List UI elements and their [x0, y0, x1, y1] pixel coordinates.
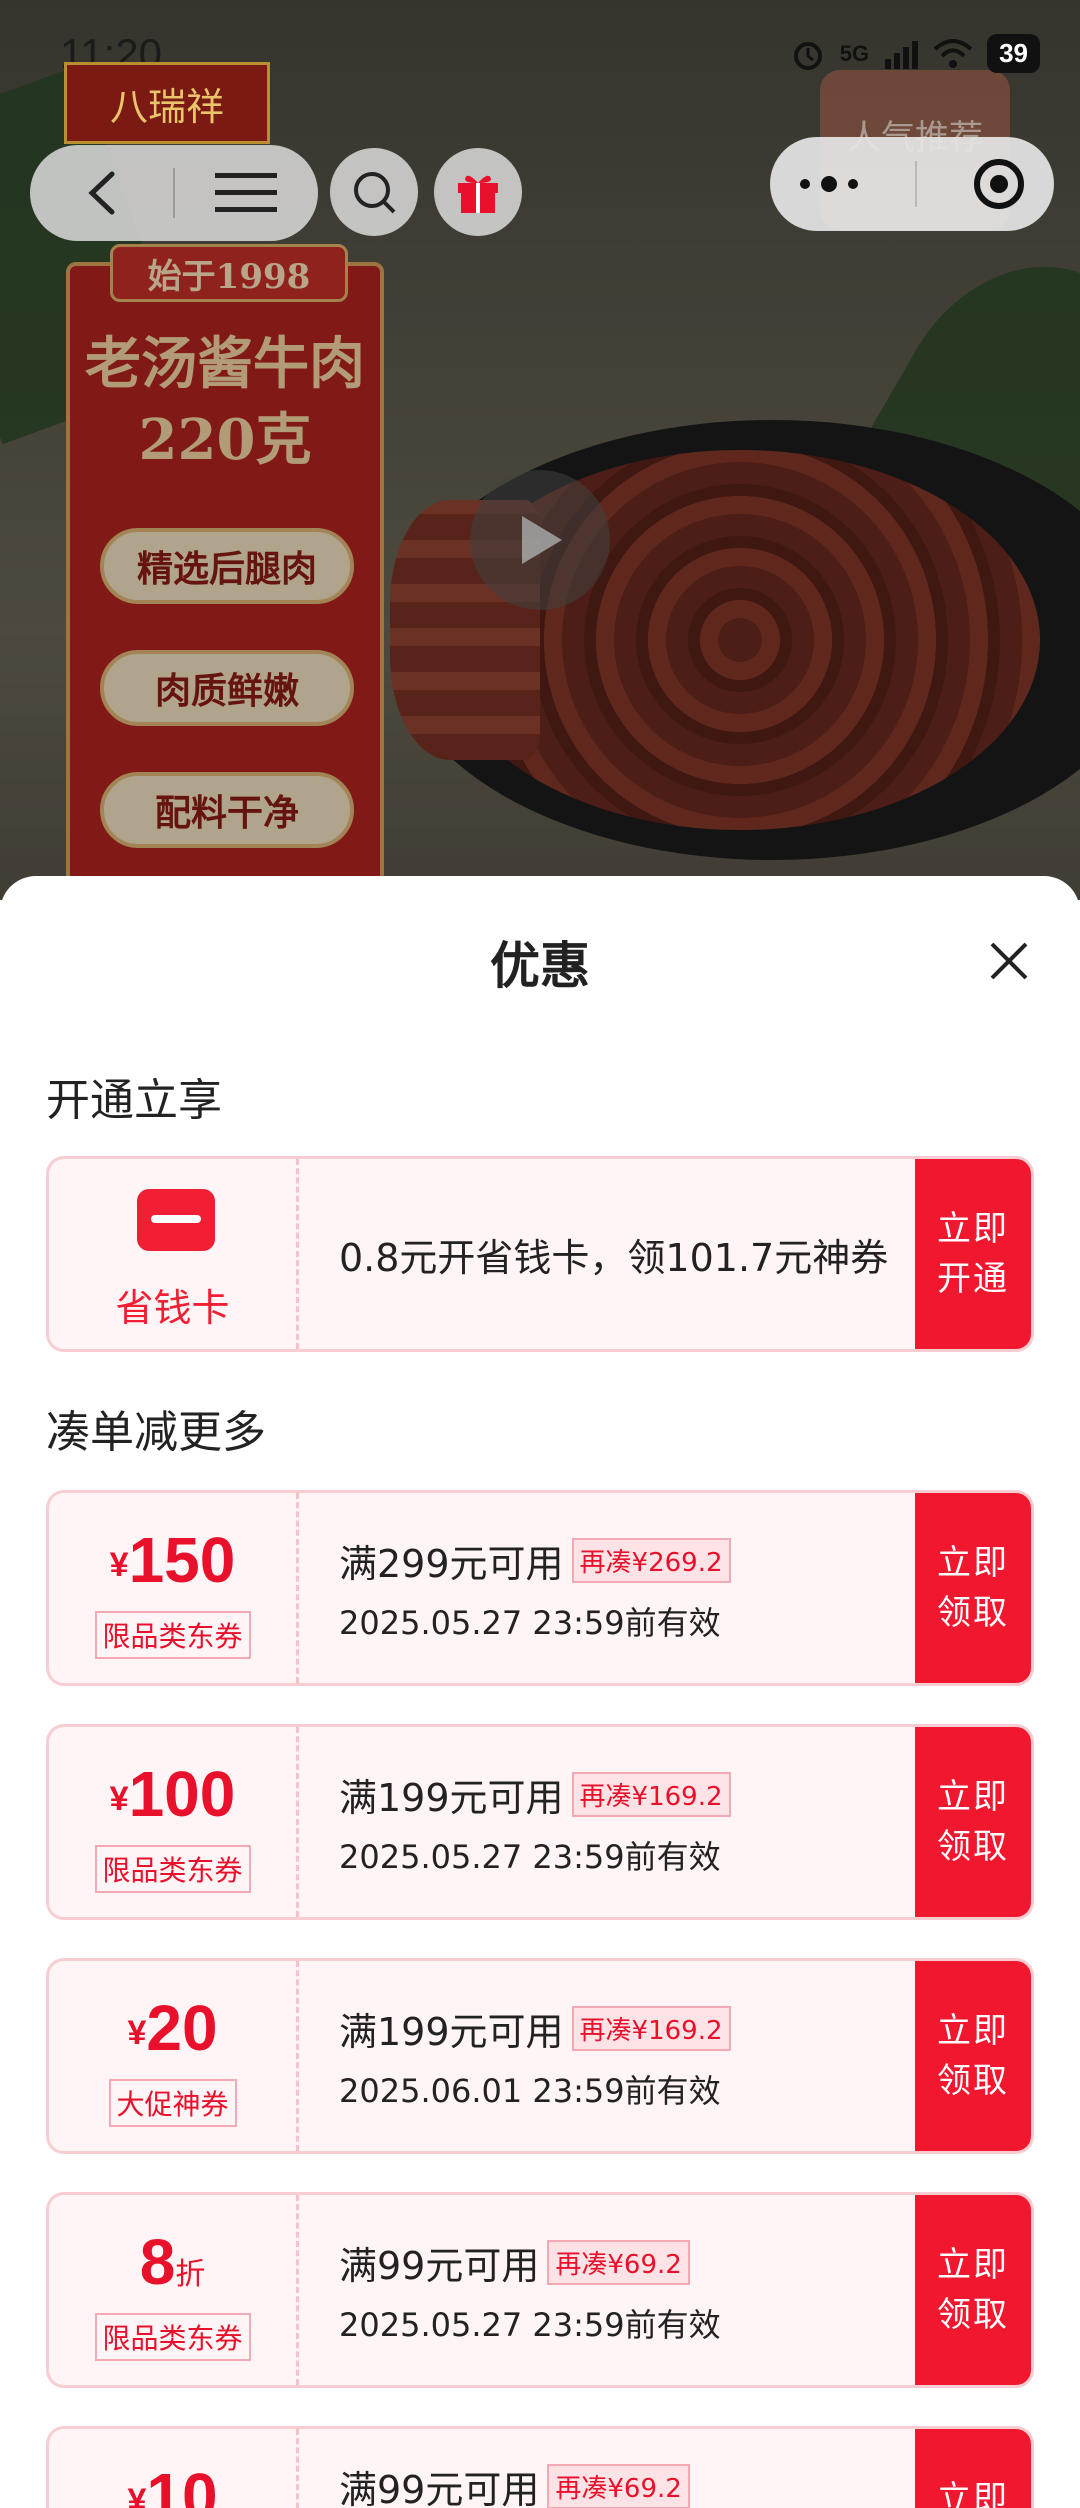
more-icon[interactable]	[797, 174, 861, 194]
section-heading-open: 开通立享	[46, 1075, 222, 1126]
close-icon	[990, 942, 1028, 980]
menu-icon	[215, 173, 278, 212]
coupon-amount: 8折	[139, 2226, 206, 2298]
claim-coupon-button[interactable]: 立即领取	[915, 1961, 1031, 2151]
coupon-type: 限品类东券	[94, 1611, 251, 1659]
coupon-gap-tag: 再凑¥169.2	[571, 1771, 731, 1817]
coupon-card: ¥150 限品类东券 满299元可用 再凑¥269.2 2025.05.27 23…	[46, 1490, 1034, 1686]
back-button[interactable]	[30, 145, 173, 241]
nav-pill	[30, 145, 318, 241]
coupon-validity: 2025.05.27 23:59前有效	[339, 1837, 721, 1876]
coupon-type: 限品类东券	[94, 2313, 251, 2361]
coupon-gap-tag: 再凑¥269.2	[571, 1537, 731, 1583]
card-icon	[137, 1189, 215, 1251]
coupon-condition: 满99元可用	[339, 2243, 540, 2288]
menu-button[interactable]	[175, 145, 318, 241]
vip-card-text: 0.8元开省钱卡，领101.7元神券	[339, 1235, 889, 1280]
coupon-card: ¥100 限品类东券 满199元可用 再凑¥169.2 2025.05.27 23…	[46, 1724, 1034, 1920]
coupon-gap-tag: 再凑¥69.2	[547, 2239, 690, 2285]
coupon-amount: ¥100	[109, 1758, 236, 1830]
coupon-condition: 满99元可用	[339, 2468, 540, 2508]
gift-button[interactable]	[434, 148, 522, 236]
coupon-condition: 满199元可用	[339, 2009, 564, 2054]
close-miniprogram-icon[interactable]	[971, 156, 1027, 212]
claim-coupon-button[interactable]: 立即领取	[915, 2429, 1031, 2508]
coupon-amount: ¥150	[109, 1524, 236, 1596]
close-button[interactable]	[984, 936, 1034, 986]
battery-indicator: 39	[987, 34, 1040, 73]
network-label: 5G	[839, 40, 870, 66]
coupon-amount: ¥20	[127, 1992, 218, 2064]
vip-card-label: 省钱卡	[115, 1286, 230, 1330]
coupon-validity: 2025.05.27 23:59前有效	[339, 1603, 721, 1642]
vip-card-offer: 省钱卡 0.8元开省钱卡，领101.7元神券 立即 开通	[46, 1156, 1034, 1352]
coupon-validity: 2025.06.01 23:59前有效	[339, 2071, 721, 2110]
coupon-amount: ¥10	[127, 2460, 218, 2508]
coupon-type: 限品类东券	[94, 1845, 251, 1893]
coupon-sheet: 优惠 开通立享 省钱卡 0.8元开省钱卡，领101.7元神券 立即 开通 凑单减更…	[0, 876, 1080, 2508]
status-icons: 5G 39	[790, 34, 1040, 73]
sheet-title: 优惠	[490, 937, 590, 995]
coupon-validity: 2025.05.27 23:59前有效	[339, 2305, 721, 2344]
open-vip-button[interactable]: 立即 开通	[915, 1159, 1031, 1349]
gift-icon	[458, 175, 498, 213]
section-heading-more: 凑单减更多	[46, 1407, 266, 1458]
coupon-condition: 满199元可用	[339, 1775, 564, 1820]
coupon-card: ¥10 满99元可用再凑¥69.2 立即领取	[46, 2426, 1034, 2508]
claim-coupon-button[interactable]: 立即领取	[915, 1493, 1031, 1683]
coupon-gap-tag: 再凑¥69.2	[547, 2464, 690, 2508]
coupon-card: ¥20 大促神券 满199元可用 再凑¥169.2 2025.06.01 23:5…	[46, 1958, 1034, 2154]
miniprogram-capsule	[770, 137, 1054, 231]
coupon-card: 8折 限品类东券 满99元可用 再凑¥69.2 2025.05.27 23:59前…	[46, 2192, 1034, 2388]
search-icon	[354, 172, 396, 214]
search-button[interactable]	[330, 148, 418, 236]
brand-logo: 八瑞祥	[64, 62, 270, 144]
alarm-icon	[793, 41, 822, 70]
claim-coupon-button[interactable]: 立即领取	[915, 1727, 1031, 1917]
back-icon	[87, 171, 114, 215]
coupon-condition: 满299元可用	[339, 1541, 564, 1586]
signal-icon	[885, 40, 919, 69]
coupon-gap-tag: 再凑¥169.2	[571, 2005, 731, 2051]
wifi-icon	[933, 38, 973, 68]
coupon-type: 大促神券	[108, 2079, 237, 2127]
claim-coupon-button[interactable]: 立即领取	[915, 2195, 1031, 2385]
